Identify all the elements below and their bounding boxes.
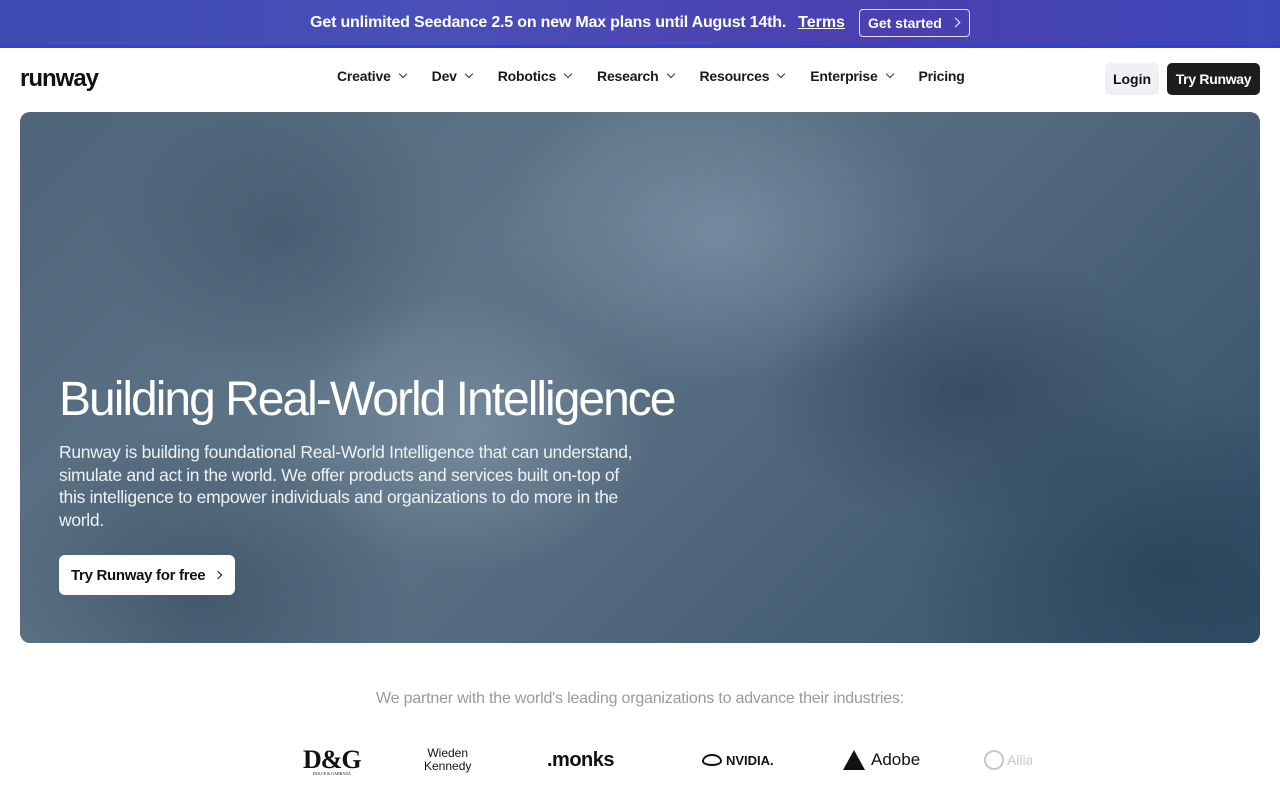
promo-text: Get unlimited Seedance 2.5 on new Max pl… (310, 13, 787, 31)
chevron-down-icon (563, 69, 573, 79)
promo-banner: Get unlimited Seedance 2.5 on new Max pl… (0, 0, 1280, 48)
nav-item-label: Robotics (497, 68, 557, 84)
chevron-down-icon (885, 69, 894, 79)
adobe-wordmark: Adobe (871, 750, 921, 769)
dg-subtext: DOLCE & GABBANA (312, 770, 351, 776)
nav-item-robotics[interactable]: Robotics (497, 68, 573, 84)
hero-title: Building Real-World Intelligence (59, 373, 676, 426)
get-started-label: Get started (867, 14, 942, 31)
try-runway-button[interactable]: Try Runway (1167, 63, 1260, 95)
hero-section: Building Real-World Intelligence Runway … (20, 112, 1260, 643)
nav-item-label: Creative (337, 68, 391, 84)
main-menu: Creative Dev Robotics Research Resources… (337, 68, 991, 84)
adobe-icon (843, 750, 865, 770)
nav-item-label: Enterprise (810, 68, 878, 84)
top-nav: runway Creative Dev Robotics Research Re… (0, 51, 1280, 107)
nav-item-enterprise[interactable]: Enterprise (810, 68, 894, 84)
login-button[interactable]: Login (1105, 63, 1159, 95)
hero-description: Runway is building foundational Real-Wor… (59, 442, 633, 531)
chevron-right-icon (214, 570, 223, 580)
nav-item-label: Dev (431, 68, 457, 84)
nav-item-resources[interactable]: Resources (699, 68, 786, 84)
nav-item-dev[interactable]: Dev (431, 68, 473, 84)
runway-logo[interactable]: runway (20, 65, 99, 93)
hero-cta-label: Try Runway for free (71, 566, 206, 584)
chevron-down-icon (398, 69, 407, 79)
wk-line2: Kennedy (424, 759, 472, 773)
adobe-logo: Adobe (843, 740, 920, 780)
monks-logo: .monks (547, 748, 615, 771)
nav-item-research[interactable]: Research (597, 68, 675, 84)
nvidia-wordmark: NVIDIA. (726, 752, 774, 768)
nav-item-pricing[interactable]: Pricing (919, 68, 965, 84)
nav-item-label: Pricing (918, 68, 965, 84)
chevron-down-icon (777, 69, 786, 79)
promo-terms-link[interactable]: Terms (798, 14, 845, 32)
dolce-gabbana-logo: D&G DOLCE & GABBANA (303, 740, 362, 780)
allianz-logo: Allianz (984, 740, 1032, 780)
partner-logos: D&G DOLCE & GABBANA Wieden Kennedy .monk… (0, 740, 1280, 780)
try-runway-free-button[interactable]: Try Runway for free (59, 555, 236, 595)
nvidia-logo: NVIDIA. (702, 740, 774, 780)
get-started-button[interactable]: Get started (858, 8, 970, 37)
chevron-down-icon (666, 69, 675, 79)
nav-item-label: Research (597, 68, 659, 84)
wieden-kennedy-logo: Wieden Kennedy (424, 740, 471, 780)
nav-item-label: Resources (699, 68, 770, 84)
chevron-down-icon (464, 69, 473, 79)
allianz-eagle-icon (984, 750, 1004, 770)
allianz-wordmark: Allianz (1007, 752, 1032, 768)
partners-heading: We partner with the world's leading orga… (376, 690, 904, 707)
chevron-right-icon (950, 17, 961, 28)
nvidia-eye-icon (702, 754, 722, 766)
nav-item-creative[interactable]: Creative (337, 68, 407, 84)
